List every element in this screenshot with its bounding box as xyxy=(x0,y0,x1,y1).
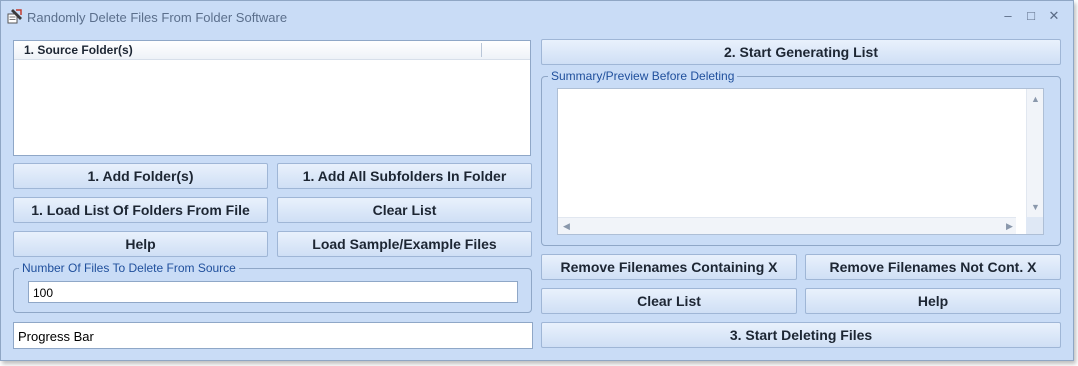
add-folders-button[interactable]: 1. Add Folder(s) xyxy=(13,163,268,189)
remove-filenames-not-containing-button[interactable]: Remove Filenames Not Cont. X xyxy=(805,254,1061,280)
column-separator[interactable] xyxy=(481,43,482,57)
title-bar: Randomly Delete Files From Folder Softwa… xyxy=(1,1,1073,35)
horizontal-scrollbar[interactable]: ◀ ▶ xyxy=(558,217,1016,234)
scroll-left-icon[interactable]: ◀ xyxy=(563,221,570,231)
close-icon[interactable]: ✕ xyxy=(1043,6,1065,26)
help-button-left[interactable]: Help xyxy=(13,231,268,257)
maximize-icon[interactable]: □ xyxy=(1020,6,1042,26)
source-folders-header[interactable]: 1. Source Folder(s) xyxy=(14,41,530,60)
number-of-files-input[interactable]: 100 xyxy=(28,281,518,303)
start-deleting-button[interactable]: 3. Start Deleting Files xyxy=(541,322,1061,348)
summary-preview-list[interactable]: ▲ ▼ ◀ ▶ xyxy=(557,88,1044,235)
clear-preview-list-button[interactable]: Clear List xyxy=(541,288,797,314)
scroll-up-icon[interactable]: ▲ xyxy=(1031,94,1040,104)
vertical-scrollbar[interactable]: ▲ ▼ xyxy=(1026,89,1043,218)
minimize-icon[interactable]: – xyxy=(997,6,1019,26)
remove-filenames-containing-button[interactable]: Remove Filenames Containing X xyxy=(541,254,797,280)
help-button-right[interactable]: Help xyxy=(805,288,1061,314)
add-subfolders-button[interactable]: 1. Add All Subfolders In Folder xyxy=(277,163,532,189)
source-folders-list[interactable]: 1. Source Folder(s) xyxy=(13,40,531,156)
progress-bar: Progress Bar xyxy=(13,322,533,349)
scroll-right-icon[interactable]: ▶ xyxy=(1006,221,1013,231)
window-title: Randomly Delete Files From Folder Softwa… xyxy=(27,10,288,25)
number-of-files-label: Number Of Files To Delete From Source xyxy=(19,261,239,275)
summary-preview-label: Summary/Preview Before Deleting xyxy=(548,69,738,83)
start-generating-button[interactable]: 2. Start Generating List xyxy=(541,39,1061,65)
app-icon xyxy=(7,9,22,24)
scrollbar-corner xyxy=(1026,217,1043,234)
scroll-down-icon[interactable]: ▼ xyxy=(1031,202,1040,212)
app-window: Randomly Delete Files From Folder Softwa… xyxy=(0,0,1074,361)
load-folder-list-button[interactable]: 1. Load List Of Folders From File xyxy=(13,197,268,223)
load-sample-button[interactable]: Load Sample/Example Files xyxy=(277,231,532,257)
clear-source-list-button[interactable]: Clear List xyxy=(277,197,532,223)
